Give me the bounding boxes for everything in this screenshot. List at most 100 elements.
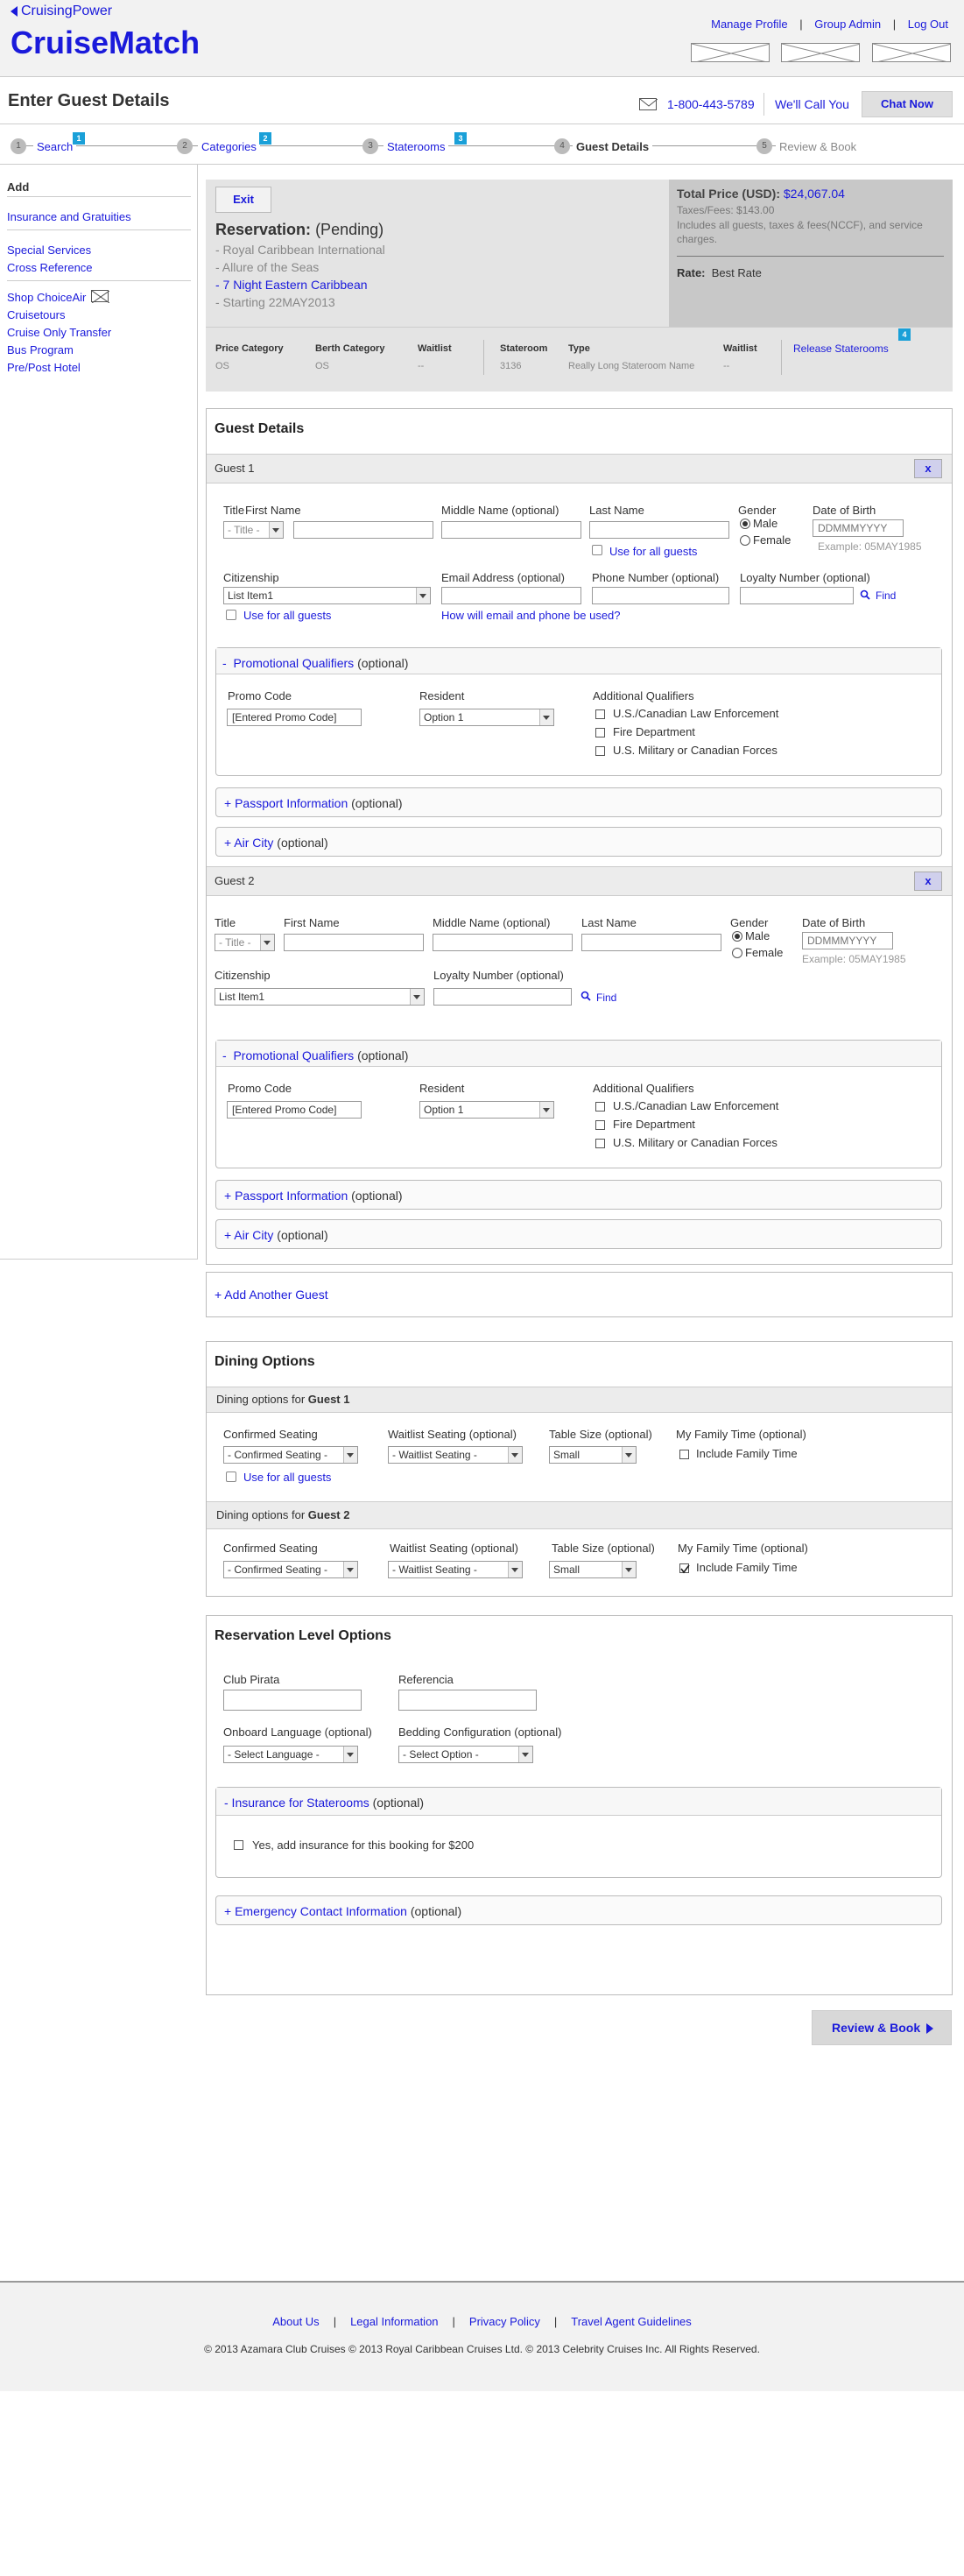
start-date: - Starting 22MAY2013 — [215, 295, 335, 309]
phone-input[interactable] — [592, 587, 729, 604]
sidebar-item-cruise-only-transfer[interactable]: Cruise Only Transfer — [7, 326, 111, 339]
first-name-input[interactable] — [284, 934, 424, 951]
qualifier-checkbox[interactable] — [595, 728, 605, 738]
promo-code-input[interactable]: [Entered Promo Code] — [227, 1101, 362, 1119]
resident-select[interactable]: Option 1 — [419, 1101, 554, 1119]
email-input[interactable] — [441, 587, 581, 604]
remove-guest-button[interactable]: x — [914, 459, 942, 478]
remove-guest-button[interactable]: x — [914, 872, 942, 891]
gender-female-radio[interactable] — [740, 535, 750, 546]
manage-profile-link[interactable]: Manage Profile — [711, 18, 787, 31]
sidebar-item-insurance[interactable]: Insurance and Gratuities — [7, 210, 131, 223]
use-for-all-guests-link[interactable]: Use for all guests — [243, 1471, 331, 1484]
release-staterooms-link[interactable]: Release Staterooms — [793, 342, 889, 355]
title-label: Title — [223, 504, 245, 517]
resident-select[interactable]: Option 1 — [419, 709, 554, 726]
copy-icon — [226, 610, 236, 620]
review-book-button[interactable]: Review & Book — [812, 2010, 952, 2045]
family-time-checkbox[interactable] — [679, 1563, 690, 1574]
sidebar-item-special-services[interactable]: Special Services — [7, 243, 91, 257]
exit-button[interactable]: Exit — [215, 187, 271, 213]
bedding-label: Bedding Configuration (optional) — [398, 1726, 562, 1739]
how-email-used-link[interactable]: How will email and phone be used? — [441, 609, 621, 622]
promo-code-input[interactable]: [Entered Promo Code] — [227, 709, 362, 726]
step-staterooms[interactable]: Staterooms — [383, 140, 449, 153]
aircity-title[interactable]: + Air City (optional) — [224, 836, 328, 850]
qualifier-checkbox[interactable] — [595, 746, 605, 756]
step-search[interactable]: Search — [33, 140, 77, 153]
title-select[interactable]: - Title - — [223, 521, 284, 539]
aircity-title[interactable]: + Air City (optional) — [224, 1228, 328, 1242]
insurance-checkbox[interactable] — [234, 1840, 243, 1850]
use-for-all-guests-link[interactable]: Use for all guests — [609, 545, 697, 558]
qualifier-checkbox[interactable] — [595, 1102, 605, 1112]
use-for-all-guests-link[interactable]: Use for all guests — [243, 609, 331, 622]
loyalty-input[interactable] — [433, 988, 572, 1006]
find-link[interactable]: Find — [596, 992, 616, 1004]
add-another-guest-link[interactable]: + Add Another Guest — [215, 1288, 328, 1302]
sidebar-title: Add — [7, 180, 30, 194]
qualifier-checkbox[interactable] — [595, 1139, 605, 1148]
title-label: Title — [215, 916, 236, 929]
confirmed-seating-label: Confirmed Seating — [223, 1542, 318, 1555]
sidebar-item-cross-reference[interactable]: Cross Reference — [7, 261, 93, 274]
col-price-category: Price Category — [215, 343, 284, 354]
gender-male-radio[interactable] — [740, 519, 750, 529]
sidebar-item-pre-post-hotel[interactable]: Pre/Post Hotel — [7, 361, 81, 374]
confirmed-seating-select[interactable]: - Confirmed Seating - — [223, 1561, 358, 1578]
confirmed-seating-select[interactable]: - Confirmed Seating - — [223, 1446, 358, 1464]
cruisingpower-link[interactable]: CruisingPower — [11, 4, 112, 19]
travel-agent-guidelines-link[interactable]: Travel Agent Guidelines — [571, 2315, 692, 2328]
family-time-checkbox[interactable] — [679, 1450, 689, 1459]
citizenship-select[interactable]: List Item1 — [223, 587, 431, 604]
onboard-language-select[interactable]: - Select Language - — [223, 1746, 358, 1763]
bedding-select[interactable]: - Select Option - — [398, 1746, 533, 1763]
waitlist-seating-select[interactable]: - Waitlist Seating - — [388, 1446, 523, 1464]
promo-title[interactable]: - Promotional Qualifiers (optional) — [222, 1048, 408, 1062]
table-size-select[interactable]: Small — [549, 1561, 637, 1578]
dob-input[interactable] — [802, 932, 893, 949]
qualifier-checkbox[interactable] — [595, 709, 605, 719]
about-us-link[interactable]: About Us — [272, 2315, 319, 2328]
sidebar-item-bus-program[interactable]: Bus Program — [7, 343, 74, 356]
passport-title[interactable]: + Passport Information (optional) — [224, 1189, 403, 1203]
club-pirata-input[interactable] — [223, 1690, 362, 1711]
promo-title[interactable]: - Promotional Qualifiers (optional) — [222, 656, 408, 670]
total-price: Total Price (USD): $24,067.04 — [677, 187, 845, 201]
passport-title[interactable]: + Passport Information (optional) — [224, 796, 403, 810]
insurance-title[interactable]: - Insurance for Staterooms (optional) — [224, 1796, 424, 1810]
group-admin-link[interactable]: Group Admin — [814, 18, 881, 31]
well-call-you-link[interactable]: We'll Call You — [775, 97, 849, 111]
title-select[interactable]: - Title - — [215, 934, 275, 951]
phone-number[interactable]: 1-800-443-5789 — [667, 97, 755, 111]
sidebar-item-shop-choiceair[interactable]: Shop ChoiceAir — [7, 291, 86, 304]
dob-input[interactable] — [813, 519, 904, 537]
itinerary-link[interactable]: - 7 Night Eastern Caribbean — [215, 278, 368, 292]
male-label: Male — [745, 929, 770, 942]
chat-now-button[interactable]: Chat Now — [862, 91, 953, 117]
citizenship-select[interactable]: List Item1 — [215, 988, 425, 1006]
legal-information-link[interactable]: Legal Information — [350, 2315, 438, 2328]
sidebar-item-cruisetours[interactable]: Cruisetours — [7, 308, 65, 321]
table-size-select[interactable]: Small — [549, 1446, 637, 1464]
logout-link[interactable]: Log Out — [908, 18, 948, 31]
price-panel — [669, 180, 953, 327]
reservation-heading: Reservation: (Pending) — [215, 221, 384, 238]
last-name-input[interactable] — [581, 934, 721, 951]
loyalty-input[interactable] — [740, 587, 854, 604]
last-name-input[interactable] — [589, 521, 729, 539]
qualifier-checkbox[interactable] — [595, 1120, 605, 1130]
step-categories[interactable]: Categories — [198, 140, 260, 153]
referencia-input[interactable] — [398, 1690, 537, 1711]
emergency-contact-title[interactable]: + Emergency Contact Information (optiona… — [224, 1904, 461, 1918]
find-link[interactable]: Find — [876, 589, 896, 602]
col-waitlist: Waitlist — [418, 343, 452, 354]
middle-name-input[interactable] — [433, 934, 573, 951]
middle-name-input[interactable] — [441, 521, 581, 539]
phone-label: Phone Number (optional) — [592, 571, 720, 584]
privacy-policy-link[interactable]: Privacy Policy — [469, 2315, 540, 2328]
waitlist-seating-select[interactable]: - Waitlist Seating - — [388, 1561, 523, 1578]
gender-male-radio[interactable] — [732, 931, 742, 942]
first-name-input[interactable] — [293, 521, 433, 539]
gender-female-radio[interactable] — [732, 948, 742, 958]
